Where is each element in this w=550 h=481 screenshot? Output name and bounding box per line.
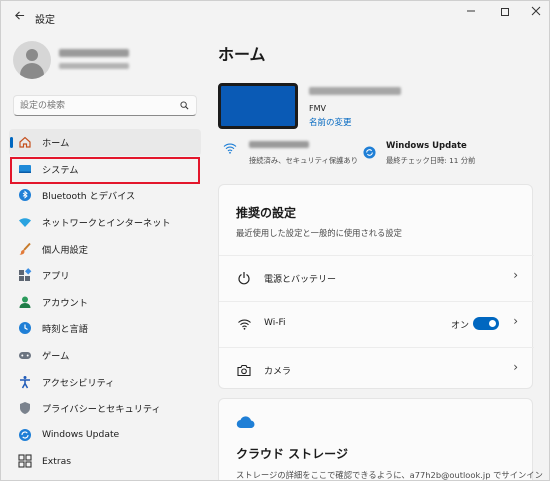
cloud-storage-description: ストレージの詳細をここで確認できるように、a77h2b@outlook.jp で… xyxy=(236,470,543,480)
row-label: カメラ xyxy=(264,367,292,377)
row-label: 電源とバッテリー xyxy=(264,275,337,285)
search-icon xyxy=(180,101,189,110)
sidebar-item-label: アクセシビリティ xyxy=(42,377,115,389)
cloud-storage-title: クラウド ストレージ xyxy=(236,447,348,461)
search-input[interactable] xyxy=(20,99,170,113)
sidebar-item-label: ネットワークとインターネット xyxy=(42,218,171,230)
card-title: 推奨の設定 xyxy=(236,206,297,220)
avatar-body-shape xyxy=(20,63,44,79)
sidebar-item-extras[interactable]: Extras xyxy=(9,448,201,475)
sidebar-item-privacy[interactable]: プライバシーとセキュリティ xyxy=(9,395,201,422)
minimize-icon xyxy=(467,10,475,12)
sidebar-item-accounts[interactable]: アカウント xyxy=(9,289,201,316)
network-icon xyxy=(18,215,32,229)
bluetooth-icon xyxy=(18,188,32,202)
settings-window: 設定 ホーム システム xyxy=(0,0,550,481)
sidebar-item-label: 個人用設定 xyxy=(42,244,88,256)
sidebar-item-label: アプリ xyxy=(42,271,70,283)
sidebar-item-bluetooth[interactable]: Bluetooth とデバイス xyxy=(9,182,201,209)
time-language-icon xyxy=(18,321,32,335)
chevron-right-icon: › xyxy=(513,314,518,328)
device-thumbnail xyxy=(218,83,298,129)
sidebar-item-label: ゲーム xyxy=(42,351,70,363)
extras-icon xyxy=(18,454,32,468)
rename-link[interactable]: 名前の変更 xyxy=(309,116,352,128)
power-icon xyxy=(236,270,252,286)
toggle-knob xyxy=(489,320,496,327)
wifi-toggle[interactable] xyxy=(473,317,499,330)
sidebar-item-label: 時刻と言語 xyxy=(42,324,88,336)
row-wifi[interactable]: Wi-Fi オン › xyxy=(219,301,534,346)
highlight-annotation-box xyxy=(10,157,200,184)
active-indicator xyxy=(10,137,13,148)
cloud-storage-card: クラウド ストレージ ストレージの詳細をここで確認できるように、a77h2b@o… xyxy=(218,398,543,480)
wifi-status-text: 接続済み、セキュリティ保護あり xyxy=(249,156,359,165)
chevron-right-icon: › xyxy=(513,360,518,374)
sidebar-item-accessibility[interactable]: アクセシビリティ xyxy=(9,368,201,395)
back-arrow-icon xyxy=(14,11,24,20)
maximize-icon xyxy=(501,8,509,16)
device-name-blurred xyxy=(309,87,401,95)
apps-icon xyxy=(18,268,32,282)
accessibility-icon xyxy=(18,375,32,389)
row-power-battery[interactable]: 電源とバッテリー › xyxy=(219,255,534,300)
sidebar-item-label: Extras xyxy=(42,455,72,467)
home-icon xyxy=(18,135,32,149)
account-icon xyxy=(18,295,32,309)
sidebar-item-windows-update[interactable]: Windows Update xyxy=(9,422,201,449)
camera-icon xyxy=(236,362,252,378)
sidebar-item-network[interactable]: ネットワークとインターネット xyxy=(9,209,201,236)
app-title: 設定 xyxy=(35,15,55,26)
user-name-blurred xyxy=(59,49,129,57)
chevron-right-icon: › xyxy=(513,268,518,282)
card-subtitle: 最近使用した設定と一般的に使用される設定 xyxy=(236,228,402,238)
sidebar-item-label: アカウント xyxy=(42,297,88,309)
sidebar-item-label: Bluetooth とデバイス xyxy=(42,191,136,203)
shield-icon xyxy=(18,401,32,415)
sidebar-item-label: Windows Update xyxy=(42,429,120,441)
back-button[interactable] xyxy=(9,7,29,27)
gaming-icon xyxy=(18,348,32,362)
wifi-icon xyxy=(236,316,252,332)
close-icon xyxy=(531,6,541,16)
row-label: Wi-Fi xyxy=(264,318,286,328)
windows-update-status-icon xyxy=(363,146,376,159)
search-box[interactable] xyxy=(13,95,197,116)
recommended-settings-card: 推奨の設定 最近使用した設定と一般的に使用される設定 電源とバッテリー › Wi… xyxy=(218,184,534,392)
device-model: FMV xyxy=(309,104,326,113)
sidebar-item-label: ホーム xyxy=(42,138,70,150)
windows-update-icon xyxy=(18,428,32,442)
wifi-status-icon xyxy=(223,143,237,154)
sidebar-item-personalization[interactable]: 個人用設定 xyxy=(9,235,201,262)
user-email-blurred xyxy=(59,63,129,69)
sidebar-item-label: プライバシーとセキュリティ xyxy=(42,404,161,416)
sidebar-item-gaming[interactable]: ゲーム xyxy=(9,342,201,369)
wifi-toggle-label: オン xyxy=(451,321,470,331)
minimize-button[interactable] xyxy=(456,5,486,21)
avatar-head-shape xyxy=(26,49,38,61)
close-button[interactable] xyxy=(521,5,549,21)
windows-update-title[interactable]: Windows Update xyxy=(386,141,467,151)
page-title: ホーム xyxy=(218,45,266,64)
windows-update-status: 最終チェック日時: 11 分前 xyxy=(386,156,476,165)
avatar[interactable] xyxy=(13,41,51,79)
title-bar: 設定 xyxy=(1,1,549,33)
maximize-button[interactable] xyxy=(490,5,520,21)
sidebar-item-apps[interactable]: アプリ xyxy=(9,262,201,289)
sidebar-item-home[interactable]: ホーム xyxy=(9,129,201,156)
sidebar-item-time-language[interactable]: 時刻と言語 xyxy=(9,315,201,342)
wifi-network-name-blurred xyxy=(249,141,309,148)
row-camera[interactable]: カメラ › xyxy=(219,347,534,392)
brush-icon xyxy=(18,242,32,256)
cloud-icon xyxy=(236,416,255,429)
